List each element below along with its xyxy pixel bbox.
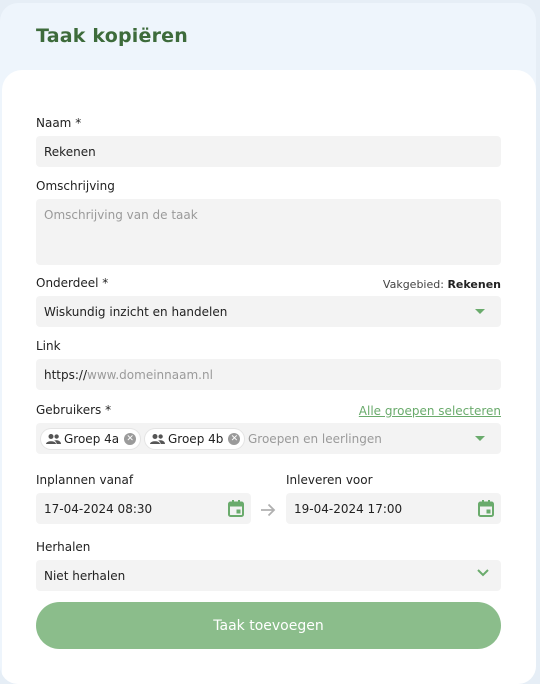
subject-info: Vakgebied: Rekenen	[383, 278, 501, 291]
dropdown-triangle-icon	[475, 436, 485, 441]
start-date-field[interactable]: 17-04-2024 08:30	[36, 493, 251, 524]
part-select[interactable]: Wiskundig inzicht en handelen	[36, 296, 501, 327]
subject-value: Rekenen	[447, 278, 501, 291]
add-task-button[interactable]: Taak toevoegen	[36, 602, 501, 649]
name-field[interactable]: Rekenen	[36, 136, 501, 167]
users-label: Gebruikers *	[36, 403, 112, 417]
chip-label: Groep 4b	[168, 432, 224, 446]
due-date-field[interactable]: 19-04-2024 17:00	[286, 493, 501, 524]
link-field[interactable]: https://www.domeinnaam.nl	[36, 359, 501, 390]
people-icon	[150, 434, 165, 444]
arrow-right-icon	[261, 503, 276, 517]
subject-label: Vakgebied:	[382, 278, 444, 291]
copy-task-dialog: Taak kopiëren Naam * Rekenen Omschrijvin…	[0, 3, 536, 684]
repeat-label: Herhalen	[36, 540, 91, 554]
description-textarea[interactable]: Omschrijving van de taak	[36, 199, 501, 265]
part-label: Onderdeel *	[36, 276, 109, 290]
users-select[interactable]: Groep 4a ✕ Groep 4b ✕ Groepen en leerlin…	[36, 423, 501, 454]
chip-remove-icon[interactable]: ✕	[228, 433, 241, 445]
chevron-down-icon	[477, 569, 489, 577]
people-icon	[46, 434, 61, 444]
description-label: Omschrijving	[36, 179, 115, 193]
link-prefix: https://	[44, 367, 88, 382]
chip-label: Groep 4a	[64, 432, 120, 446]
user-chip[interactable]: Groep 4b ✕	[145, 429, 245, 449]
link-placeholder: www.domeinnaam.nl	[87, 367, 213, 382]
calendar-icon[interactable]	[228, 500, 244, 517]
name-label: Naam *	[36, 116, 82, 130]
start-value: 17-04-2024 08:30	[44, 501, 153, 516]
due-value: 19-04-2024 17:00	[294, 501, 403, 516]
repeat-value: Niet herhalen	[44, 568, 126, 583]
start-label: Inplannen vanaf	[36, 473, 134, 487]
dropdown-triangle-icon	[475, 309, 485, 314]
link-input-content: https://www.domeinnaam.nl	[44, 368, 213, 382]
select-all-groups-link[interactable]: Alle groepen selecteren	[359, 404, 501, 418]
user-chip[interactable]: Groep 4a ✕	[41, 429, 141, 449]
calendar-icon[interactable]	[478, 500, 494, 517]
link-label: Link	[36, 339, 61, 353]
chip-remove-icon[interactable]: ✕	[124, 433, 137, 445]
part-value: Wiskundig inzicht en handelen	[44, 304, 228, 319]
users-placeholder: Groepen en leerlingen	[248, 431, 382, 446]
name-value: Rekenen	[44, 144, 96, 159]
description-placeholder: Omschrijving van de taak	[44, 208, 198, 222]
repeat-select[interactable]: Niet herhalen	[36, 560, 501, 591]
due-label: Inleveren voor	[286, 473, 373, 487]
dialog-title: Taak kopiëren	[36, 25, 188, 47]
